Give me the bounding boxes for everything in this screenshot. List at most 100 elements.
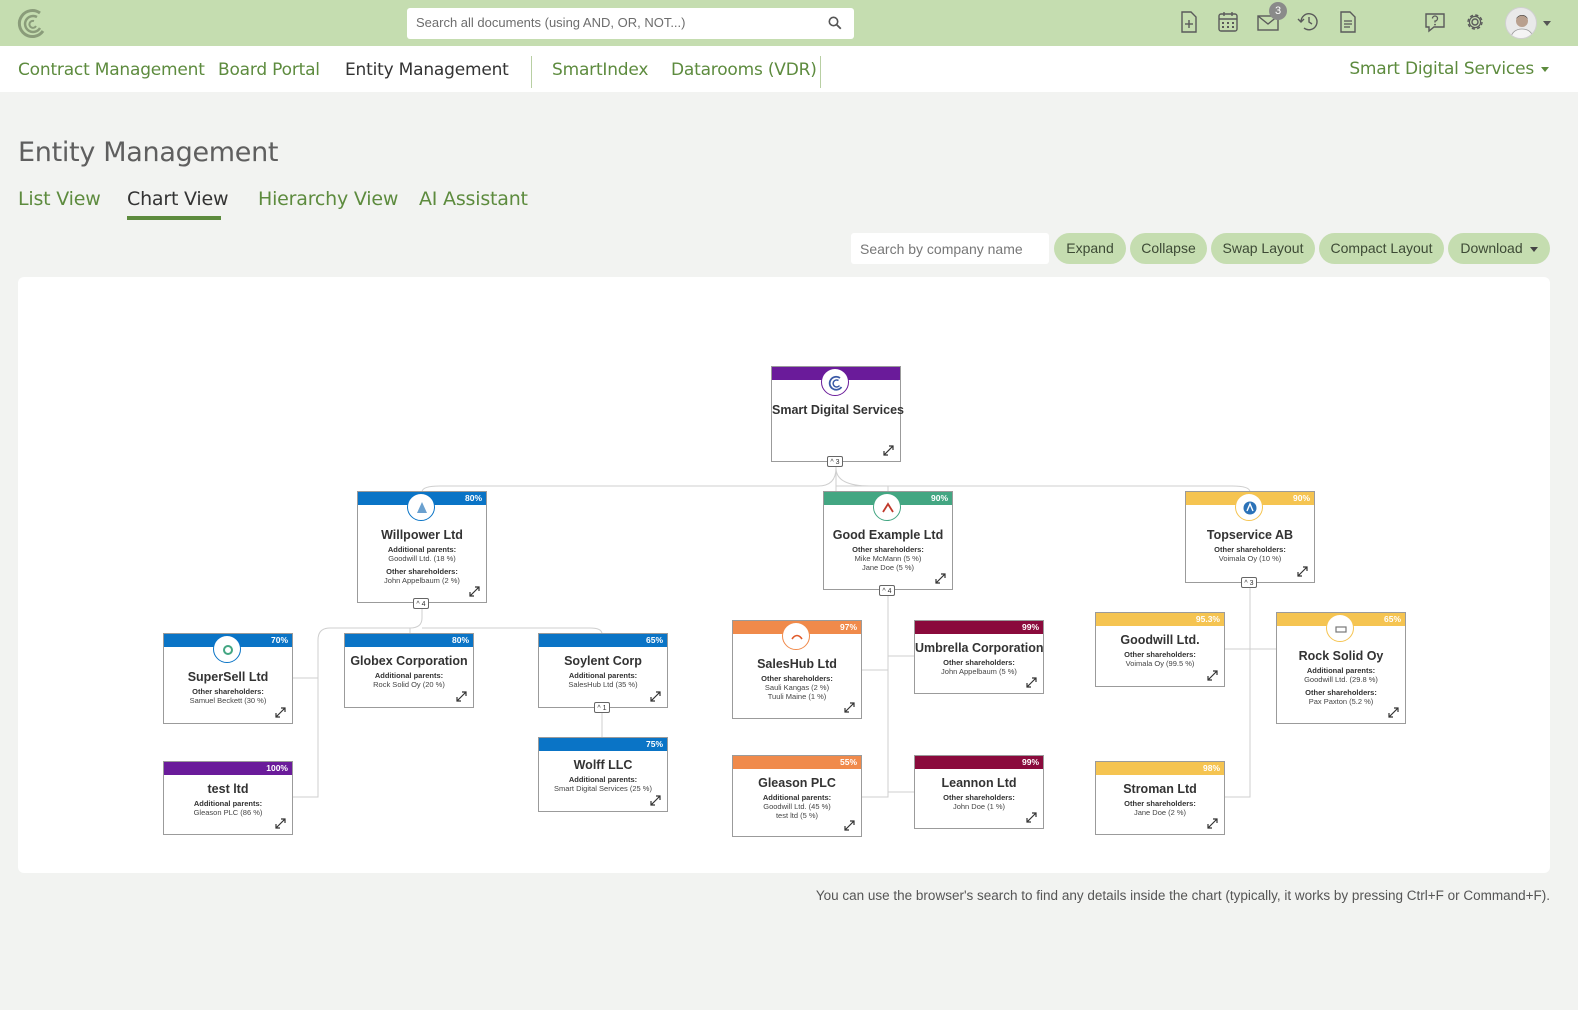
relationship-icon[interactable] bbox=[1207, 818, 1218, 829]
company-logo-icon bbox=[407, 493, 435, 521]
company-name: Wolff LLC bbox=[573, 758, 633, 772]
org-node-topservice[interactable]: 90% Topservice AB Other shareholders: Vo… bbox=[1185, 491, 1315, 583]
relationship-icon[interactable] bbox=[1297, 566, 1308, 577]
tab-hierarchy-view[interactable]: Hierarchy View bbox=[258, 188, 398, 210]
org-node-willpower[interactable]: 80% Willpower Ltd Additional parents: Go… bbox=[357, 491, 487, 603]
relationship-icon[interactable] bbox=[650, 691, 661, 702]
org-node-saleshub[interactable]: 97% SalesHub Ltd Other shareholders: Sau… bbox=[732, 620, 862, 719]
gear-icon[interactable] bbox=[1464, 10, 1486, 34]
tab-chart-view[interactable]: Chart View bbox=[127, 188, 229, 210]
relationship-icon[interactable] bbox=[650, 795, 661, 806]
org-node-soylent[interactable]: 65% Soylent Corp Additional parents: Sal… bbox=[538, 633, 668, 708]
org-node-good-example[interactable]: 90% Good Example Ltd Other shareholders:… bbox=[823, 491, 953, 590]
module-contract-management[interactable]: Contract Management bbox=[18, 60, 205, 80]
relationship-icon[interactable] bbox=[275, 818, 286, 829]
relationship-icon[interactable] bbox=[456, 691, 467, 702]
active-tab-indicator bbox=[127, 216, 221, 220]
other-shareholders-label: Other shareholders: bbox=[943, 793, 1015, 802]
company-name: Globex Corporation bbox=[350, 654, 468, 668]
calendar-icon[interactable] bbox=[1217, 10, 1239, 34]
search-icon[interactable] bbox=[828, 16, 842, 30]
org-node-wolff[interactable]: 75% Wolff LLC Additional parents: Smart … bbox=[538, 737, 668, 812]
organization-selector[interactable]: Smart Digital Services bbox=[1349, 59, 1534, 79]
ownership-percent: 98% bbox=[1202, 763, 1220, 773]
expand-toggle-button[interactable]: ^ 4 bbox=[879, 585, 895, 596]
company-name: Willpower Ltd bbox=[381, 528, 463, 542]
org-node-supersell[interactable]: 70% SuperSell Ltd Other shareholders: Sa… bbox=[163, 633, 293, 724]
document-list-icon[interactable] bbox=[1337, 10, 1359, 34]
org-node-stroman[interactable]: 98% Stroman Ltd Other shareholders: Jane… bbox=[1095, 761, 1225, 835]
other-shareholders-label: Other shareholders: bbox=[386, 567, 458, 576]
children-count: 3 bbox=[1249, 580, 1254, 587]
shareholder-value: Jane Doe (2 %) bbox=[1133, 808, 1187, 817]
children-count: 4 bbox=[421, 601, 426, 608]
history-icon[interactable] bbox=[1297, 10, 1319, 34]
company-search-input[interactable] bbox=[851, 233, 1050, 264]
parent-value: Rock Solid Oy (20 %) bbox=[373, 680, 445, 689]
node-color-band: 75% bbox=[539, 738, 667, 751]
relationship-icon[interactable] bbox=[935, 573, 946, 584]
ownership-percent: 95.3% bbox=[1195, 614, 1220, 624]
org-node-root[interactable]: Smart Digital Services bbox=[771, 366, 904, 462]
shareholder-value: John Appelbaum (2 %) bbox=[384, 576, 460, 585]
expand-toggle-button[interactable]: ^ 3 bbox=[827, 456, 843, 467]
user-avatar[interactable] bbox=[1505, 7, 1537, 39]
relationship-icon[interactable] bbox=[275, 707, 286, 718]
ownership-percent: 65% bbox=[645, 635, 663, 645]
org-node-umbrella[interactable]: 99% Umbrella Corporation Other sharehold… bbox=[914, 620, 1044, 694]
node-color-band: 80% bbox=[345, 634, 473, 647]
ownership-percent: 99% bbox=[1021, 757, 1039, 767]
download-button[interactable]: Download bbox=[1448, 233, 1550, 264]
parent-value: Goodwill Ltd. (18 %) bbox=[388, 554, 456, 563]
module-smartindex[interactable]: SmartIndex bbox=[552, 60, 648, 80]
org-node-globex[interactable]: 80% Globex Corporation Additional parent… bbox=[344, 633, 474, 708]
expand-toggle-button[interactable]: ^ 4 bbox=[413, 598, 429, 609]
org-node-goodwill[interactable]: 95.3% Goodwill Ltd. Other shareholders: … bbox=[1095, 612, 1225, 687]
company-name: SuperSell Ltd bbox=[187, 670, 269, 684]
ownership-percent: 90% bbox=[1292, 493, 1310, 503]
expand-button[interactable]: Expand bbox=[1054, 233, 1126, 264]
shareholder-value: Mike McMann (5 %) bbox=[854, 554, 922, 563]
relationship-icon[interactable] bbox=[844, 702, 855, 713]
additional-parents-label: Additional parents: bbox=[387, 545, 457, 554]
swap-layout-button[interactable]: Swap Layout bbox=[1211, 233, 1315, 264]
parent-value: test ltd (5 %) bbox=[775, 811, 819, 820]
org-node-gleason[interactable]: 55% Gleason PLC Additional parents: Good… bbox=[732, 755, 862, 837]
organization-caret-icon[interactable] bbox=[1541, 67, 1549, 72]
node-color-band: 55% bbox=[733, 756, 861, 769]
module-board-portal[interactable]: Board Portal bbox=[218, 60, 320, 80]
add-document-icon[interactable] bbox=[1178, 10, 1200, 34]
user-menu-caret-icon[interactable] bbox=[1543, 21, 1551, 26]
relationship-icon[interactable] bbox=[1026, 677, 1037, 688]
module-datarooms[interactable]: Datarooms (VDR) bbox=[671, 60, 817, 80]
other-shareholders-label: Other shareholders: bbox=[1305, 688, 1377, 697]
global-search-input[interactable] bbox=[407, 8, 816, 37]
compact-layout-button[interactable]: Compact Layout bbox=[1319, 233, 1444, 264]
company-logo-icon bbox=[1326, 614, 1354, 642]
expand-toggle-button[interactable]: ^ 1 bbox=[594, 702, 610, 713]
parent-value: Goodwill Ltd. (29.8 %) bbox=[1304, 675, 1378, 684]
additional-parents-label: Additional parents: bbox=[568, 671, 638, 680]
ownership-percent: 65% bbox=[1383, 614, 1401, 624]
relationship-icon[interactable] bbox=[844, 820, 855, 831]
node-color-band: 100% bbox=[164, 762, 292, 775]
org-node-rock-solid[interactable]: 65% Rock Solid Oy Additional parents: Go… bbox=[1276, 612, 1406, 724]
relationship-icon[interactable] bbox=[1026, 812, 1037, 823]
relationship-icon[interactable] bbox=[1388, 707, 1399, 718]
module-entity-management[interactable]: Entity Management bbox=[345, 60, 509, 80]
org-node-test-ltd[interactable]: 100% test ltd Additional parents: Gleaso… bbox=[163, 761, 293, 835]
tab-ai-assistant[interactable]: AI Assistant bbox=[419, 188, 528, 210]
app-logo[interactable] bbox=[16, 7, 50, 39]
tab-list-view[interactable]: List View bbox=[18, 188, 101, 210]
relationship-icon[interactable] bbox=[469, 586, 480, 597]
node-color-band: 98% bbox=[1096, 762, 1224, 775]
parent-value: Smart Digital Services (25 %) bbox=[554, 784, 652, 793]
help-icon[interactable] bbox=[1424, 10, 1446, 34]
relationship-icon[interactable] bbox=[1207, 670, 1218, 681]
expand-toggle-button[interactable]: ^ 3 bbox=[1241, 577, 1257, 588]
company-name: Good Example Ltd bbox=[832, 528, 944, 542]
org-node-leannon[interactable]: 99% Leannon Ltd Other shareholders: John… bbox=[914, 755, 1044, 829]
company-logo-icon bbox=[873, 493, 901, 521]
relationship-icon[interactable] bbox=[883, 445, 894, 456]
collapse-button[interactable]: Collapse bbox=[1130, 233, 1207, 264]
